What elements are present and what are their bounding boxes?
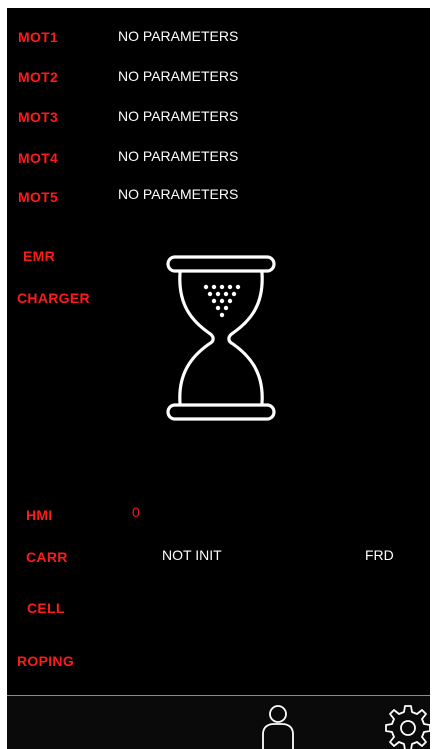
- roping-label: ROPING: [17, 653, 75, 669]
- mot3-status: NO PARAMETERS: [118, 108, 239, 124]
- carr-label: CARR: [26, 549, 68, 565]
- mot5-status: NO PARAMETERS: [118, 186, 239, 202]
- hourglass-icon: [166, 255, 276, 421]
- mot1-label: MOT1: [18, 29, 59, 45]
- footer-bar: [7, 696, 430, 749]
- carr-mode: FRD: [365, 547, 394, 563]
- mot4-label: MOT4: [18, 150, 59, 166]
- user-icon[interactable]: [259, 704, 297, 749]
- mot3-label: MOT3: [18, 109, 59, 125]
- mot1-status: NO PARAMETERS: [118, 28, 239, 44]
- mot4-status: NO PARAMETERS: [118, 148, 239, 164]
- hmi-label: HMI: [26, 507, 53, 523]
- mot2-status: NO PARAMETERS: [118, 68, 239, 84]
- carr-status: NOT INIT: [162, 547, 222, 563]
- hmi-value: 0: [132, 504, 140, 520]
- charger-label: CHARGER: [17, 290, 90, 306]
- mot2-label: MOT2: [18, 69, 59, 85]
- cell-label: CELL: [27, 600, 65, 616]
- emr-label: EMR: [23, 248, 56, 264]
- status-screen: MOT1 NO PARAMETERS MOT2 NO PARAMETERS MO…: [7, 8, 430, 749]
- mot5-label: MOT5: [18, 189, 59, 205]
- settings-gear-icon[interactable]: [385, 703, 430, 749]
